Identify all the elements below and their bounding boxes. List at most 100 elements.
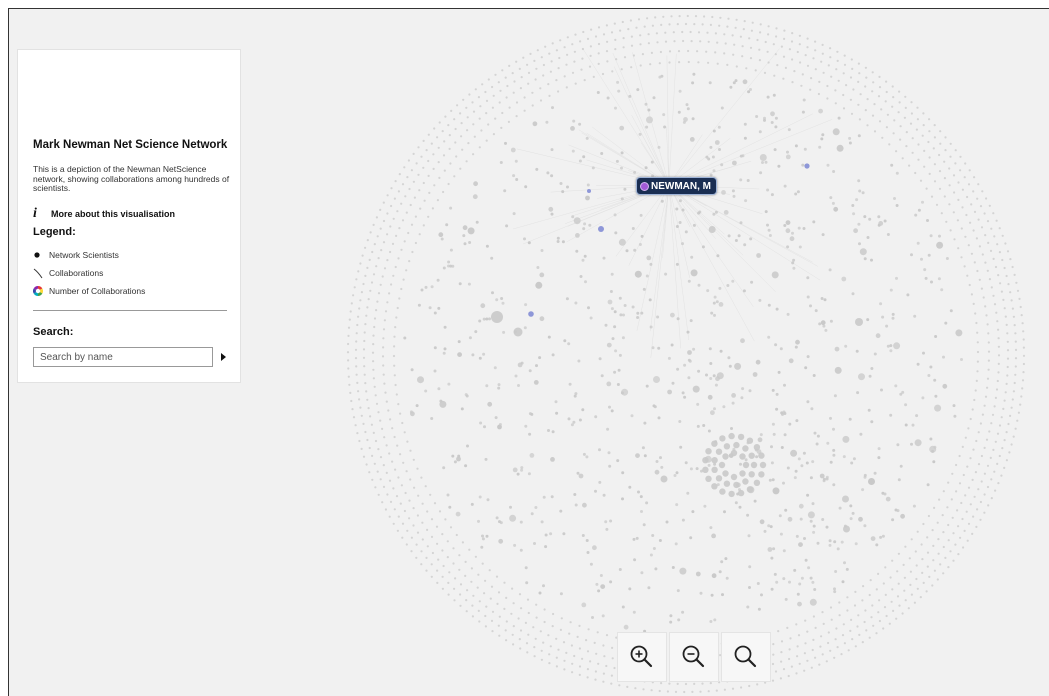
network-node[interactable] xyxy=(449,248,453,252)
network-node[interactable] xyxy=(926,219,929,222)
network-node[interactable] xyxy=(923,165,926,168)
network-node[interactable] xyxy=(899,138,902,141)
network-node[interactable] xyxy=(479,421,483,425)
network-node[interactable] xyxy=(895,617,898,620)
network-node[interactable] xyxy=(520,361,524,365)
network-node[interactable] xyxy=(728,490,735,498)
network-node[interactable] xyxy=(394,180,397,183)
network-node[interactable] xyxy=(689,137,695,142)
network-node[interactable] xyxy=(390,204,393,208)
network-node[interactable] xyxy=(359,262,362,265)
network-node[interactable] xyxy=(986,386,989,389)
network-node[interactable] xyxy=(877,572,880,576)
network-node[interactable] xyxy=(462,225,468,231)
network-node[interactable] xyxy=(783,29,786,32)
network-node[interactable] xyxy=(393,364,396,367)
network-node[interactable] xyxy=(362,356,366,359)
network-node[interactable] xyxy=(353,286,356,289)
network-node[interactable] xyxy=(875,333,881,339)
network-node[interactable] xyxy=(372,334,375,337)
network-node[interactable] xyxy=(578,673,581,677)
network-node[interactable] xyxy=(581,534,585,537)
network-node[interactable] xyxy=(424,485,427,488)
network-node[interactable] xyxy=(585,455,589,459)
network-node[interactable] xyxy=(527,472,531,476)
network-node[interactable] xyxy=(803,669,806,672)
network-node[interactable] xyxy=(964,494,967,497)
network-node[interactable] xyxy=(922,351,925,355)
network-node[interactable] xyxy=(889,349,893,353)
network-node[interactable] xyxy=(919,596,922,599)
network-node[interactable] xyxy=(382,201,385,204)
network-node[interactable] xyxy=(394,383,397,387)
network-node[interactable] xyxy=(525,581,529,585)
network-node[interactable] xyxy=(350,399,353,403)
network-node[interactable] xyxy=(985,314,988,317)
network-node[interactable] xyxy=(714,210,718,214)
network-node[interactable] xyxy=(890,600,893,603)
network-node[interactable] xyxy=(401,219,405,222)
network-node[interactable] xyxy=(868,636,871,639)
network-node[interactable] xyxy=(842,93,845,97)
network-node[interactable] xyxy=(991,413,995,416)
network-node[interactable] xyxy=(972,515,975,518)
network-node[interactable] xyxy=(498,101,501,104)
network-node[interactable] xyxy=(1020,314,1023,317)
network-node[interactable] xyxy=(930,195,934,198)
network-node[interactable] xyxy=(759,23,762,26)
network-node[interactable] xyxy=(605,527,609,531)
network-node[interactable] xyxy=(470,502,474,506)
network-node[interactable] xyxy=(738,505,742,509)
network-node[interactable] xyxy=(449,206,453,210)
network-node[interactable] xyxy=(732,53,735,56)
network-node[interactable] xyxy=(586,650,590,653)
network-node[interactable] xyxy=(413,196,416,199)
network-node[interactable] xyxy=(355,373,358,376)
network-node[interactable] xyxy=(761,161,764,164)
network-node[interactable] xyxy=(798,542,803,547)
network-node[interactable] xyxy=(858,242,861,246)
network-node[interactable] xyxy=(482,352,486,356)
network-node[interactable] xyxy=(716,62,719,65)
network-node[interactable] xyxy=(895,204,899,207)
network-node[interactable] xyxy=(505,96,508,99)
network-node[interactable] xyxy=(727,17,730,20)
network-node[interactable] xyxy=(436,581,439,585)
network-node[interactable] xyxy=(485,244,489,248)
network-node[interactable] xyxy=(453,460,457,464)
network-node[interactable] xyxy=(678,420,682,423)
network-node[interactable] xyxy=(472,194,478,200)
network-node[interactable] xyxy=(812,524,816,528)
network-node[interactable] xyxy=(407,231,410,235)
network-node[interactable] xyxy=(410,550,413,553)
network-node[interactable] xyxy=(647,33,650,36)
network-node[interactable] xyxy=(621,471,625,475)
network-node[interactable] xyxy=(933,163,937,166)
network-node[interactable] xyxy=(656,41,659,44)
network-node[interactable] xyxy=(391,460,394,463)
network-node[interactable] xyxy=(997,482,1000,485)
network-node[interactable] xyxy=(933,136,937,139)
network-node[interactable] xyxy=(873,352,877,356)
network-node[interactable] xyxy=(868,593,871,597)
network-node[interactable] xyxy=(741,387,745,391)
network-node[interactable] xyxy=(716,254,720,258)
network-node[interactable] xyxy=(563,75,566,78)
network-node[interactable] xyxy=(983,212,986,215)
network-node[interactable] xyxy=(676,589,680,593)
network-node[interactable] xyxy=(412,180,415,183)
network-node[interactable] xyxy=(376,300,379,303)
network-node[interactable] xyxy=(480,545,484,549)
network-node[interactable] xyxy=(853,604,857,607)
network-node[interactable] xyxy=(443,169,446,172)
network-node[interactable] xyxy=(582,155,586,159)
network-node[interactable] xyxy=(932,544,935,548)
zoom-reset-button[interactable] xyxy=(721,632,771,682)
network-node[interactable] xyxy=(581,657,584,660)
network-node[interactable] xyxy=(540,658,544,661)
network-node[interactable] xyxy=(454,141,457,144)
network-node[interactable] xyxy=(422,181,425,185)
network-node[interactable] xyxy=(836,646,839,649)
network-node[interactable] xyxy=(709,682,712,685)
network-node[interactable] xyxy=(660,23,663,26)
